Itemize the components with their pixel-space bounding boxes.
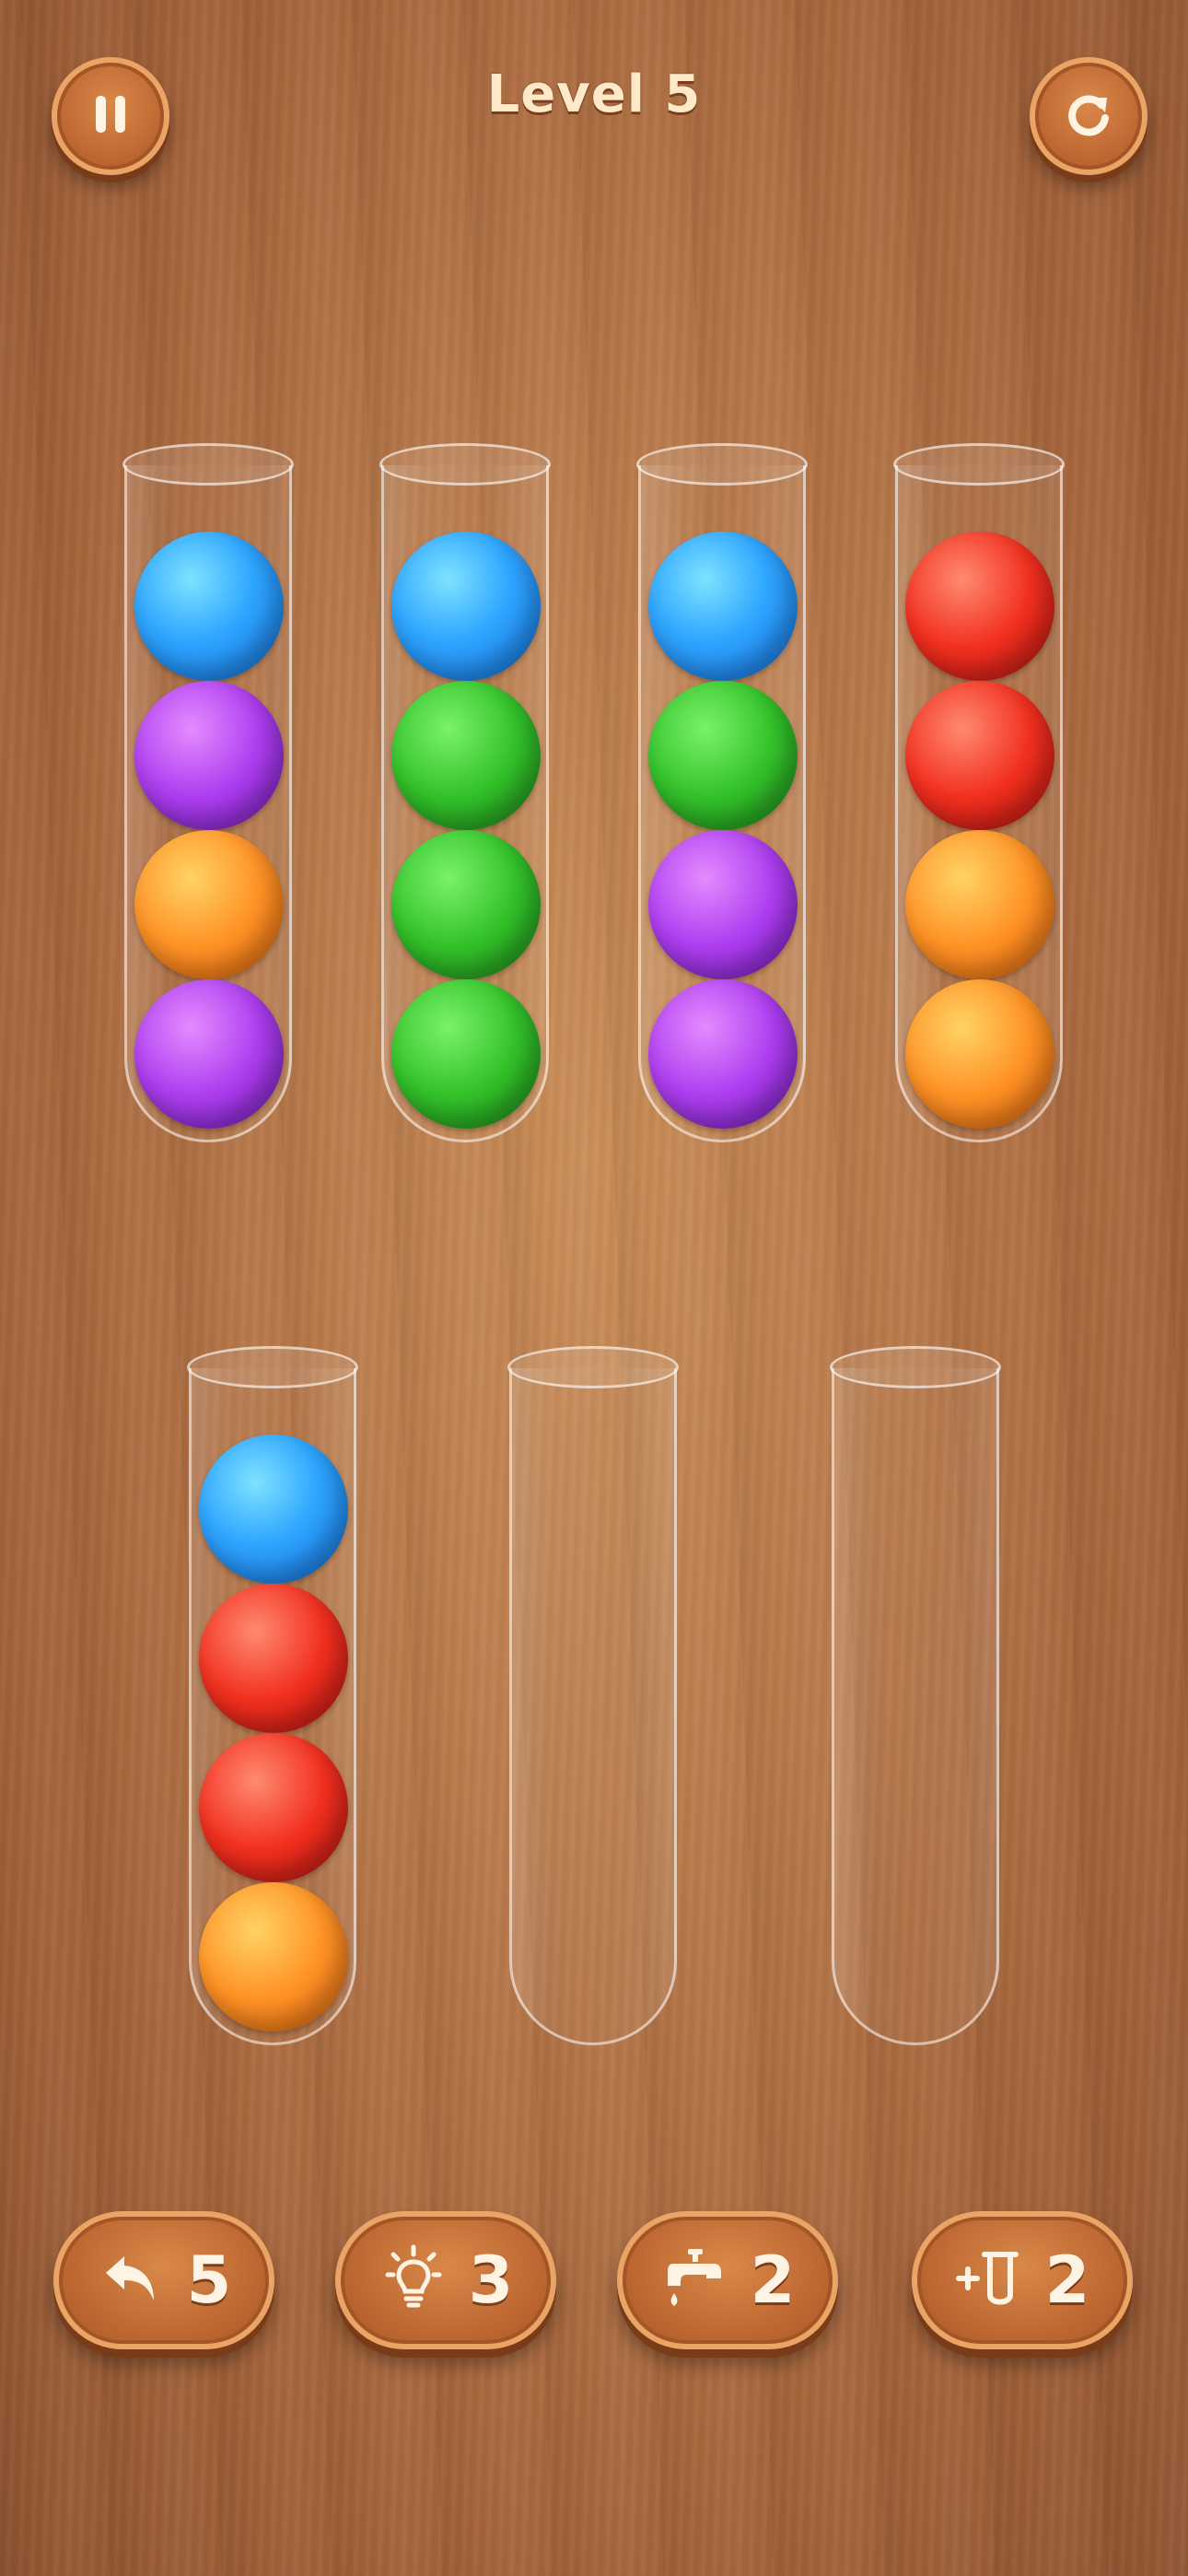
orange-ball bbox=[199, 1882, 348, 2032]
tube-1[interactable] bbox=[122, 443, 294, 1142]
tube-rim bbox=[893, 443, 1065, 486]
tube-7[interactable] bbox=[830, 1346, 1001, 2045]
green-ball bbox=[391, 681, 541, 830]
tube-rim bbox=[379, 443, 551, 486]
purple-ball bbox=[134, 681, 284, 830]
orange-ball bbox=[134, 830, 284, 979]
blue-ball bbox=[134, 532, 284, 681]
tube-6[interactable] bbox=[507, 1346, 679, 2045]
blue-ball bbox=[648, 532, 798, 681]
tube-rim bbox=[636, 443, 808, 486]
add-tube-button[interactable]: 2 bbox=[912, 2211, 1133, 2349]
hint-button[interactable]: 3 bbox=[335, 2211, 556, 2349]
red-ball bbox=[905, 532, 1054, 681]
green-ball bbox=[648, 681, 798, 830]
add-tube-icon bbox=[955, 2243, 1025, 2317]
green-ball bbox=[391, 979, 541, 1129]
tube-rim bbox=[187, 1346, 358, 1388]
tube-rim bbox=[830, 1346, 1001, 1388]
undo-button[interactable]: 5 bbox=[53, 2211, 274, 2349]
tube-4[interactable] bbox=[893, 443, 1065, 1142]
purple-ball bbox=[134, 979, 284, 1129]
purple-ball bbox=[648, 830, 798, 979]
green-ball bbox=[391, 830, 541, 979]
pour-count: 2 bbox=[750, 2242, 796, 2318]
restart-icon bbox=[1059, 85, 1118, 147]
lightbulb-icon bbox=[379, 2243, 448, 2317]
blue-ball bbox=[391, 532, 541, 681]
undo-count: 5 bbox=[186, 2242, 232, 2318]
tube-3[interactable] bbox=[636, 443, 808, 1142]
pour-button[interactable]: 2 bbox=[617, 2211, 838, 2349]
red-ball bbox=[199, 1733, 348, 1882]
orange-ball bbox=[905, 830, 1054, 979]
red-ball bbox=[199, 1584, 348, 1733]
tube-5[interactable] bbox=[187, 1346, 358, 2045]
purple-ball bbox=[648, 979, 798, 1129]
red-ball bbox=[905, 681, 1054, 830]
undo-icon bbox=[97, 2243, 167, 2317]
tube-2[interactable] bbox=[379, 443, 551, 1142]
faucet-icon bbox=[660, 2243, 730, 2317]
orange-ball bbox=[905, 979, 1054, 1129]
level-title: Level 5 bbox=[486, 64, 702, 124]
tube-rim bbox=[122, 443, 294, 486]
blue-ball bbox=[199, 1434, 348, 1584]
restart-button[interactable] bbox=[1030, 57, 1147, 175]
hint-count: 3 bbox=[468, 2242, 514, 2318]
tube-rim bbox=[507, 1346, 679, 1388]
add-tube-count: 2 bbox=[1044, 2242, 1090, 2318]
